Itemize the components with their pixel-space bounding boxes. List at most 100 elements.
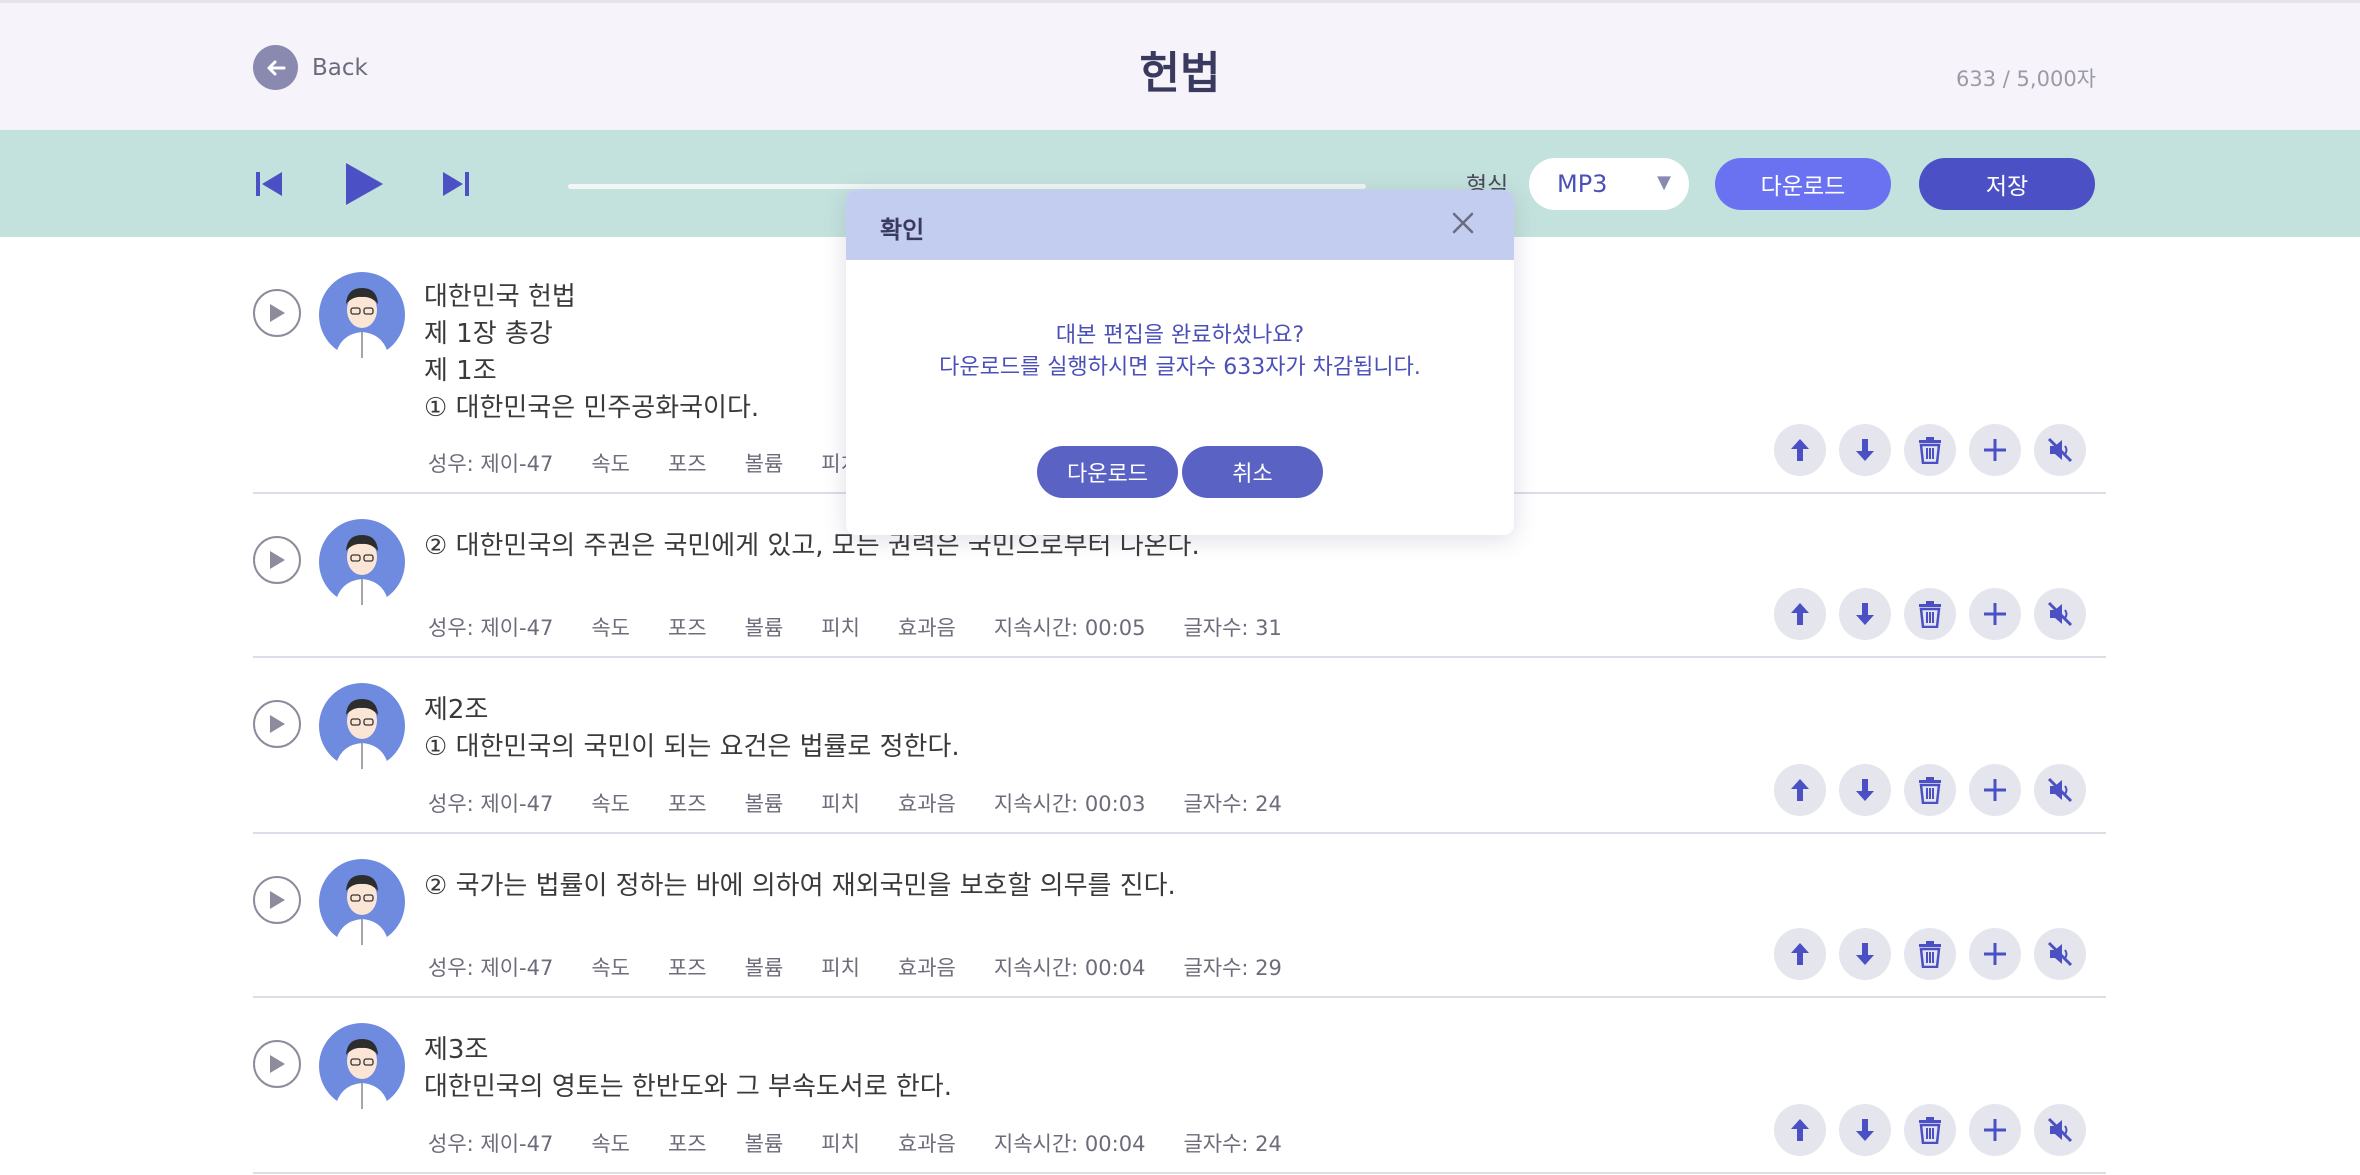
speed-setting[interactable]: 속도 [591, 1128, 630, 1158]
list-item: 제2조 ① 대한민국의 국민이 되는 요건은 법률로 정한다. 성우: 제이-4… [253, 658, 2106, 834]
pause-setting[interactable]: 포즈 [668, 1128, 707, 1158]
move-down-button[interactable] [1839, 928, 1891, 980]
playback-progress-bar[interactable] [568, 184, 1366, 189]
play-button[interactable] [343, 130, 385, 237]
skip-previous-icon [256, 171, 282, 196]
duration-value: 지속시간: 00:05 [993, 616, 1146, 640]
dialog-cancel-button[interactable]: 취소 [1182, 446, 1323, 498]
avatar [319, 519, 405, 605]
speed-setting[interactable]: 속도 [591, 788, 630, 818]
speed-setting[interactable]: 속도 [591, 612, 630, 642]
move-up-button[interactable] [1774, 1104, 1826, 1156]
row-meta: 성우: 제이-47 속도 포즈 볼륨 피치 효과음 지속시간: 00:04 글자… [428, 1128, 1320, 1158]
add-button[interactable] [1969, 1104, 2021, 1156]
mute-button[interactable] [2034, 928, 2086, 980]
mute-button[interactable] [2034, 1104, 2086, 1156]
row-play-button[interactable] [253, 289, 301, 337]
voice-setting[interactable]: 성우: 제이-47 [428, 952, 553, 982]
close-icon[interactable] [1448, 208, 1478, 238]
pause-setting[interactable]: 포즈 [668, 612, 707, 642]
trash-icon [1919, 601, 1941, 628]
download-button[interactable]: 다운로드 [1715, 158, 1891, 210]
effect-setting[interactable]: 효과음 [898, 612, 956, 642]
previous-track-button[interactable] [253, 130, 285, 237]
confirm-dialog: 확인 대본 편집을 완료하셨나요? 다운로드를 실행하시면 글자수 633자가 … [846, 190, 1514, 535]
move-up-button[interactable] [1774, 588, 1826, 640]
move-up-button[interactable] [1774, 928, 1826, 980]
delete-button[interactable] [1904, 424, 1956, 476]
delete-button[interactable] [1904, 928, 1956, 980]
skip-next-icon [443, 171, 469, 196]
row-play-button[interactable] [253, 876, 301, 924]
row-meta: 성우: 제이-47 속도 포즈 볼륨 피치 효과음 지속시간: 00:05 글자… [428, 612, 1320, 642]
row-play-button[interactable] [253, 700, 301, 748]
delete-button[interactable] [1904, 1104, 1956, 1156]
next-track-button[interactable] [440, 130, 472, 237]
list-item: 제3조 대한민국의 영토는 한반도와 그 부속도서로 한다. 성우: 제이-47… [253, 998, 2106, 1174]
pitch-setting[interactable]: 피치 [821, 612, 860, 642]
volume-setting[interactable]: 볼륨 [745, 1128, 784, 1158]
pitch-setting[interactable]: 피치 [821, 952, 860, 982]
voice-setting[interactable]: 성우: 제이-47 [428, 1128, 553, 1158]
arrow-down-icon [1856, 439, 1874, 461]
play-icon [270, 304, 285, 322]
move-down-button[interactable] [1839, 424, 1891, 476]
pitch-setting[interactable]: 피치 [821, 788, 860, 818]
effect-setting[interactable]: 효과음 [898, 1128, 956, 1158]
delete-button[interactable] [1904, 764, 1956, 816]
mute-button[interactable] [2034, 588, 2086, 640]
voice-setting[interactable]: 성우: 제이-47 [428, 448, 553, 478]
dialog-message-line1: 대본 편집을 완료하셨나요? [1055, 323, 1305, 348]
add-button[interactable] [1969, 424, 2021, 476]
volume-setting[interactable]: 볼륨 [745, 788, 784, 818]
row-text[interactable]: ② 국가는 법률이 정하는 바에 의하여 재외국민을 보호할 의무를 진다. [424, 868, 1176, 905]
arrow-up-icon [1791, 603, 1809, 625]
move-down-button[interactable] [1839, 764, 1891, 816]
voice-setting[interactable]: 성우: 제이-47 [428, 788, 553, 818]
save-button[interactable]: 저장 [1919, 158, 2095, 210]
pause-setting[interactable]: 포즈 [668, 952, 707, 982]
row-text[interactable]: 제2조 ① 대한민국의 국민이 되는 요건은 법률로 정한다. [424, 692, 960, 766]
plus-icon [1984, 1119, 2006, 1141]
avatar [319, 272, 405, 358]
mute-button[interactable] [2034, 424, 2086, 476]
mute-icon [2047, 1117, 2073, 1143]
row-play-button[interactable] [253, 536, 301, 584]
speed-setting[interactable]: 속도 [591, 952, 630, 982]
effect-setting[interactable]: 효과음 [898, 788, 956, 818]
top-header: Back 헌법 633 / 5,000자 [0, 0, 2360, 130]
voice-setting[interactable]: 성우: 제이-47 [428, 612, 553, 642]
speed-setting[interactable]: 속도 [591, 448, 630, 478]
dialog-download-button[interactable]: 다운로드 [1037, 446, 1178, 498]
row-text[interactable]: 제3조 대한민국의 영토는 한반도와 그 부속도서로 한다. [424, 1032, 952, 1106]
move-up-button[interactable] [1774, 764, 1826, 816]
volume-setting[interactable]: 볼륨 [745, 448, 784, 478]
format-select[interactable]: MP3 ▼ [1529, 158, 1689, 210]
mute-icon [2047, 941, 2073, 967]
row-meta: 성우: 제이-47 속도 포즈 볼륨 피치 효과음 지속시간: 00:04 글자… [428, 952, 1320, 982]
volume-setting[interactable]: 볼륨 [745, 952, 784, 982]
row-actions [1774, 1104, 2086, 1156]
mute-button[interactable] [2034, 764, 2086, 816]
char-count-value: 글자수: 31 [1183, 616, 1282, 640]
volume-setting[interactable]: 볼륨 [745, 612, 784, 642]
row-meta: 성우: 제이-47 속도 포즈 볼륨 피치 [428, 448, 898, 478]
plus-icon [1984, 779, 2006, 801]
effect-setting[interactable]: 효과음 [898, 952, 956, 982]
pause-setting[interactable]: 포즈 [668, 788, 707, 818]
add-button[interactable] [1969, 928, 2021, 980]
row-play-button[interactable] [253, 1040, 301, 1088]
add-button[interactable] [1969, 588, 2021, 640]
pause-setting[interactable]: 포즈 [668, 448, 707, 478]
row-text[interactable]: 대한민국 헌법 제 1장 총강 제 1조 ① 대한민국은 민주공화국이다. [424, 279, 759, 427]
char-count-value: 글자수: 24 [1183, 792, 1282, 816]
add-button[interactable] [1969, 764, 2021, 816]
pitch-setting[interactable]: 피치 [821, 1128, 860, 1158]
move-down-button[interactable] [1839, 1104, 1891, 1156]
move-down-button[interactable] [1839, 588, 1891, 640]
mute-icon [2047, 777, 2073, 803]
row-meta: 성우: 제이-47 속도 포즈 볼륨 피치 효과음 지속시간: 00:03 글자… [428, 788, 1320, 818]
move-up-button[interactable] [1774, 424, 1826, 476]
mute-icon [2047, 601, 2073, 627]
delete-button[interactable] [1904, 588, 1956, 640]
